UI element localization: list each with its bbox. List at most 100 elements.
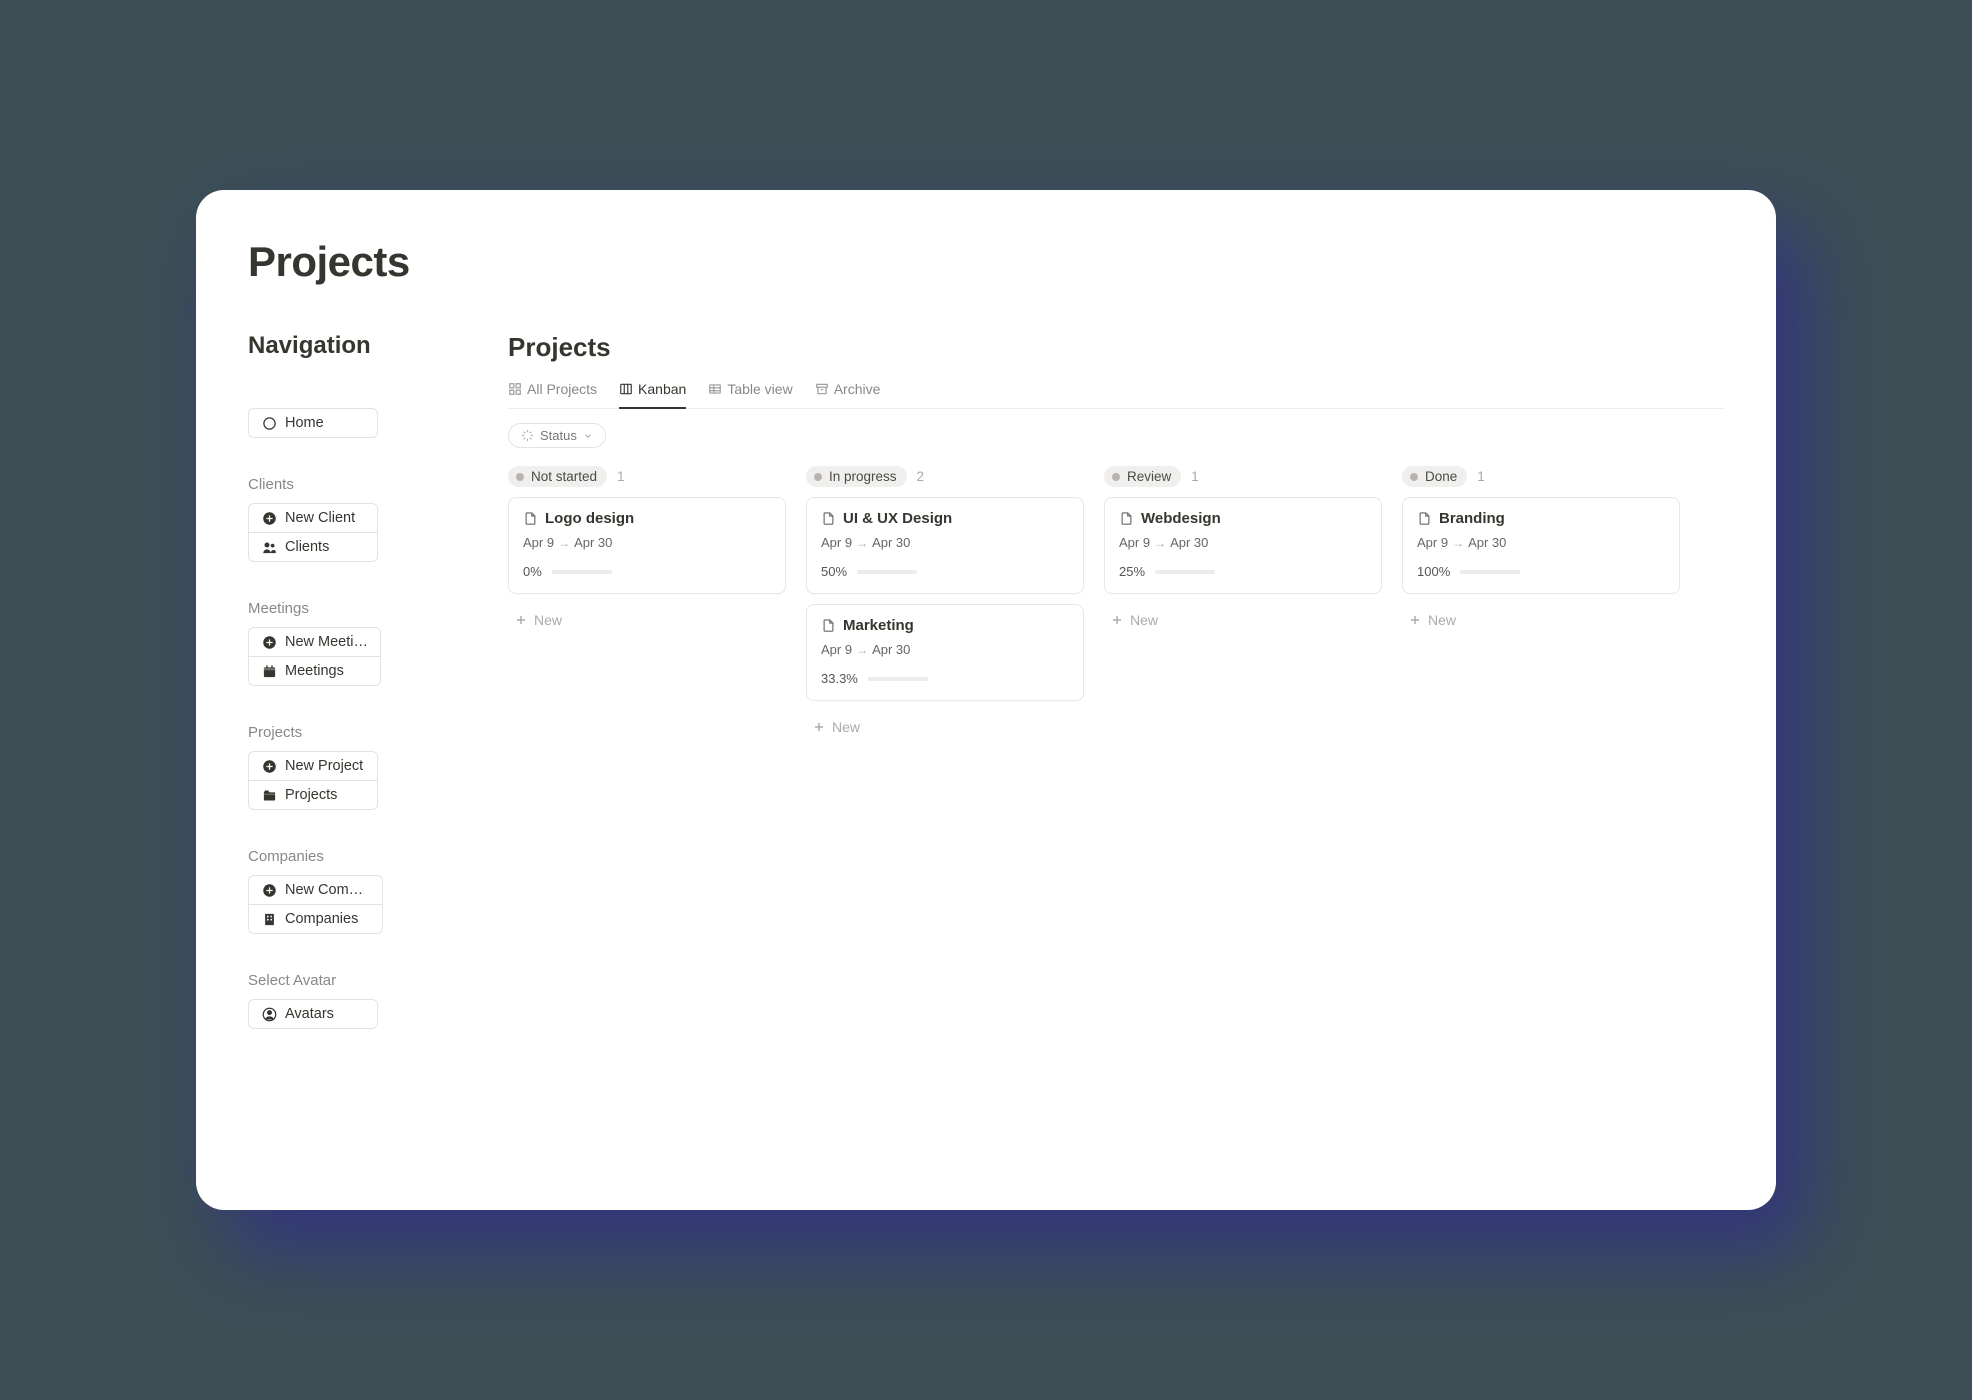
card-title: Branding [1439, 510, 1505, 527]
people-icon [261, 539, 277, 555]
kanban-column: Review1WebdesignApr 9→Apr 3025%New [1104, 466, 1382, 743]
nav-button[interactable]: Clients [248, 533, 378, 562]
main-layout: Navigation HomeClientsNew ClientClientsM… [248, 332, 1724, 1067]
nav-group: CompaniesNew Comp…Companies [248, 848, 448, 934]
card-date-range: Apr 9→Apr 30 [1119, 535, 1367, 550]
nav-group: Clients New Client Clients [248, 476, 448, 562]
kanban-column: Done1BrandingApr 9→Apr 30100%New [1402, 466, 1680, 743]
status-tag[interactable]: Review [1104, 466, 1181, 487]
nav-button[interactable]: New Project [248, 751, 378, 781]
status-tag[interactable]: Done [1402, 466, 1467, 487]
tab-label: Table view [727, 381, 792, 397]
view-tab[interactable]: Kanban [619, 373, 686, 409]
card-progress: 100% [1417, 564, 1665, 579]
plus-circle-icon [261, 758, 277, 774]
arrow-right-icon: → [1452, 536, 1464, 550]
column-count: 1 [617, 469, 625, 484]
card-title-row: UI & UX Design [821, 510, 1069, 527]
card-title-row: Branding [1417, 510, 1665, 527]
plus-icon [1408, 613, 1422, 627]
status-dot-icon [1410, 473, 1418, 481]
nav-button[interactable]: Companies [248, 905, 383, 934]
nav-button-label: New Project [285, 758, 363, 774]
view-tabs: All Projects Kanban Table view Archive [508, 373, 1724, 409]
progress-text: 50% [821, 564, 847, 579]
page-icon [821, 511, 836, 526]
circle-icon [261, 415, 277, 431]
add-new-card[interactable]: New [1402, 604, 1680, 636]
nav-group-label: Clients [248, 476, 448, 493]
sidebar: Navigation HomeClientsNew ClientClientsM… [248, 332, 448, 1067]
add-new-card[interactable]: New [1104, 604, 1382, 636]
card-title: Webdesign [1141, 510, 1221, 527]
status-label: Done [1425, 469, 1457, 484]
grid-icon [508, 382, 522, 396]
card-date-range: Apr 9→Apr 30 [523, 535, 771, 550]
filter-label: Status [540, 428, 577, 443]
card-title: UI & UX Design [843, 510, 952, 527]
filter-status[interactable]: Status [508, 423, 606, 448]
progress-bar [868, 677, 928, 681]
status-dot-icon [814, 473, 822, 481]
nav-button[interactable]: New Comp… [248, 875, 383, 905]
nav-group-label: Select Avatar [248, 972, 448, 989]
status-dot-icon [516, 473, 524, 481]
nav-group: Projects New Project Projects [248, 724, 448, 810]
plus-circle-icon [261, 882, 277, 898]
card-date-from: Apr 9 [821, 642, 852, 657]
nav-button[interactable]: Avatars [248, 999, 378, 1029]
column-count: 2 [917, 469, 925, 484]
card-date-from: Apr 9 [523, 535, 554, 550]
kanban-card[interactable]: WebdesignApr 9→Apr 3025% [1104, 497, 1382, 594]
kanban-card[interactable]: BrandingApr 9→Apr 30100% [1402, 497, 1680, 594]
card-date-from: Apr 9 [1119, 535, 1150, 550]
progress-text: 100% [1417, 564, 1450, 579]
plus-circle-icon [261, 634, 277, 650]
nav-button-label: New Client [285, 510, 355, 526]
calendar-icon [261, 663, 277, 679]
add-new-label: New [534, 612, 562, 628]
card-progress: 0% [523, 564, 771, 579]
kanban-card[interactable]: MarketingApr 9→Apr 3033.3% [806, 604, 1084, 701]
card-date-range: Apr 9→Apr 30 [1417, 535, 1665, 550]
view-tab[interactable]: Table view [708, 373, 792, 409]
nav-button[interactable]: New Client [248, 503, 378, 533]
page-icon [523, 511, 538, 526]
nav-button[interactable]: Projects [248, 781, 378, 810]
tab-label: Archive [834, 381, 881, 397]
building-icon [261, 911, 277, 927]
progress-bar [1460, 570, 1520, 574]
nav-group-label: Projects [248, 724, 448, 741]
kanban-card[interactable]: UI & UX DesignApr 9→Apr 3050% [806, 497, 1084, 594]
nav-button[interactable]: Home [248, 408, 378, 438]
status-dot-icon [1112, 473, 1120, 481]
card-date-to: Apr 30 [574, 535, 612, 550]
view-tab[interactable]: Archive [815, 373, 881, 409]
add-new-card[interactable]: New [508, 604, 786, 636]
page-title: Projects [248, 238, 1724, 286]
card-date-to: Apr 30 [1468, 535, 1506, 550]
add-new-label: New [1428, 612, 1456, 628]
card-progress: 33.3% [821, 671, 1069, 686]
card-title-row: Logo design [523, 510, 771, 527]
status-tag[interactable]: Not started [508, 466, 607, 487]
card-title: Logo design [545, 510, 634, 527]
add-new-label: New [1130, 612, 1158, 628]
progress-bar [1155, 570, 1215, 574]
nav-button-label: New Comp… [285, 882, 370, 898]
tab-label: Kanban [638, 381, 686, 397]
status-tag[interactable]: In progress [806, 466, 907, 487]
nav-group: Home [248, 408, 448, 438]
kanban-card[interactable]: Logo design Apr 9→Apr 30 0% [508, 497, 786, 594]
nav-button-label: Meetings [285, 663, 344, 679]
card-date-from: Apr 9 [821, 535, 852, 550]
view-tab[interactable]: All Projects [508, 373, 597, 409]
nav-button[interactable]: New Meeti… [248, 627, 381, 657]
nav-button[interactable]: Meetings [248, 657, 381, 686]
column-header: Done1 [1402, 466, 1680, 487]
kanban-icon [619, 382, 633, 396]
nav-button-label: Companies [285, 911, 358, 927]
add-new-card[interactable]: New [806, 711, 1084, 743]
column-header: Not started 1 [508, 466, 786, 487]
card-progress: 50% [821, 564, 1069, 579]
